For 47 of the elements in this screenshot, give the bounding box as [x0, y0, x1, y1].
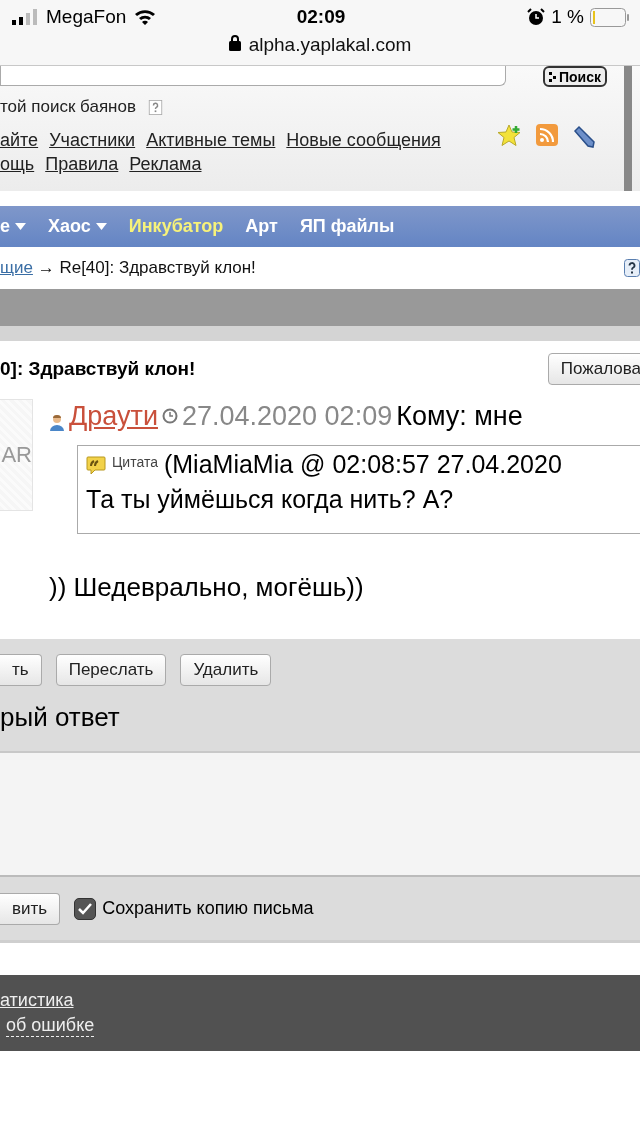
breadcrumb-link[interactable]: щие — [0, 258, 33, 277]
wifi-icon — [134, 9, 157, 25]
clock-icon — [161, 408, 178, 424]
action-button[interactable]: Переслать — [55, 654, 167, 686]
message-body: )) Шедеврально, могёшь)) — [49, 572, 365, 603]
message-title: 0]: Здравствуй клон! — [0, 358, 196, 380]
message-date: 27.04.2020 02:09 — [181, 400, 393, 432]
header-link[interactable]: айте — [0, 130, 39, 151]
action-button[interactable]: ть — [0, 654, 42, 686]
quick-reply-title: рый ответ — [0, 702, 121, 733]
rss-icon[interactable] — [536, 124, 558, 146]
header-link[interactable]: Активные темы — [146, 130, 276, 151]
send-button[interactable]: вить — [0, 892, 61, 925]
pencil-icon[interactable] — [572, 124, 596, 148]
quote-label: Цитата — [112, 454, 158, 470]
header-link[interactable]: Новые сообщения — [286, 130, 441, 151]
battery-icon — [590, 7, 630, 27]
quote-source: (MiaMiaMia @ 02:08:57 27.04.2020 — [163, 450, 562, 479]
alarm-icon — [527, 8, 546, 26]
search-field[interactable] — [0, 66, 506, 86]
status-time: 02:09 — [296, 6, 346, 28]
footer-link[interactable]: атистика — [0, 989, 74, 1011]
header-link[interactable]: Правила — [45, 154, 119, 175]
carrier-name: MegaFon — [46, 6, 127, 28]
url-text[interactable]: alpha.yaplakal.com — [248, 34, 412, 56]
footer-link[interactable]: об ошибке — [6, 1014, 95, 1037]
action-button[interactable]: Удалить — [180, 654, 272, 686]
quote-icon — [86, 456, 106, 476]
header-link[interactable]: Реклама — [129, 154, 202, 175]
help-icon[interactable] — [624, 259, 640, 277]
author-link[interactable]: Драути — [69, 400, 158, 432]
signal-icon — [12, 9, 38, 25]
save-copy-checkbox[interactable]: Сохранить копию письма — [74, 897, 314, 920]
search-icon — [549, 71, 557, 82]
star-icon[interactable] — [498, 124, 522, 147]
search-option-text: той поиск баянов — [0, 97, 136, 117]
user-icon — [49, 414, 65, 431]
checkmark-icon — [77, 901, 94, 916]
lock-icon — [228, 34, 241, 51]
search-button[interactable]: Поиск — [543, 66, 607, 87]
avatar-text: AR — [1, 442, 32, 468]
header-link[interactable]: ощь — [0, 154, 35, 175]
battery-percent: 1 % — [551, 6, 584, 28]
header-link[interactable]: Участники — [49, 130, 136, 151]
breadcrumb-current: → Re[40]: Здравствуй клон! — [37, 258, 256, 277]
quote-text: Та ты уймёшься когда нить? А? — [86, 485, 455, 514]
recipient-text: Кому: мне — [396, 400, 523, 432]
